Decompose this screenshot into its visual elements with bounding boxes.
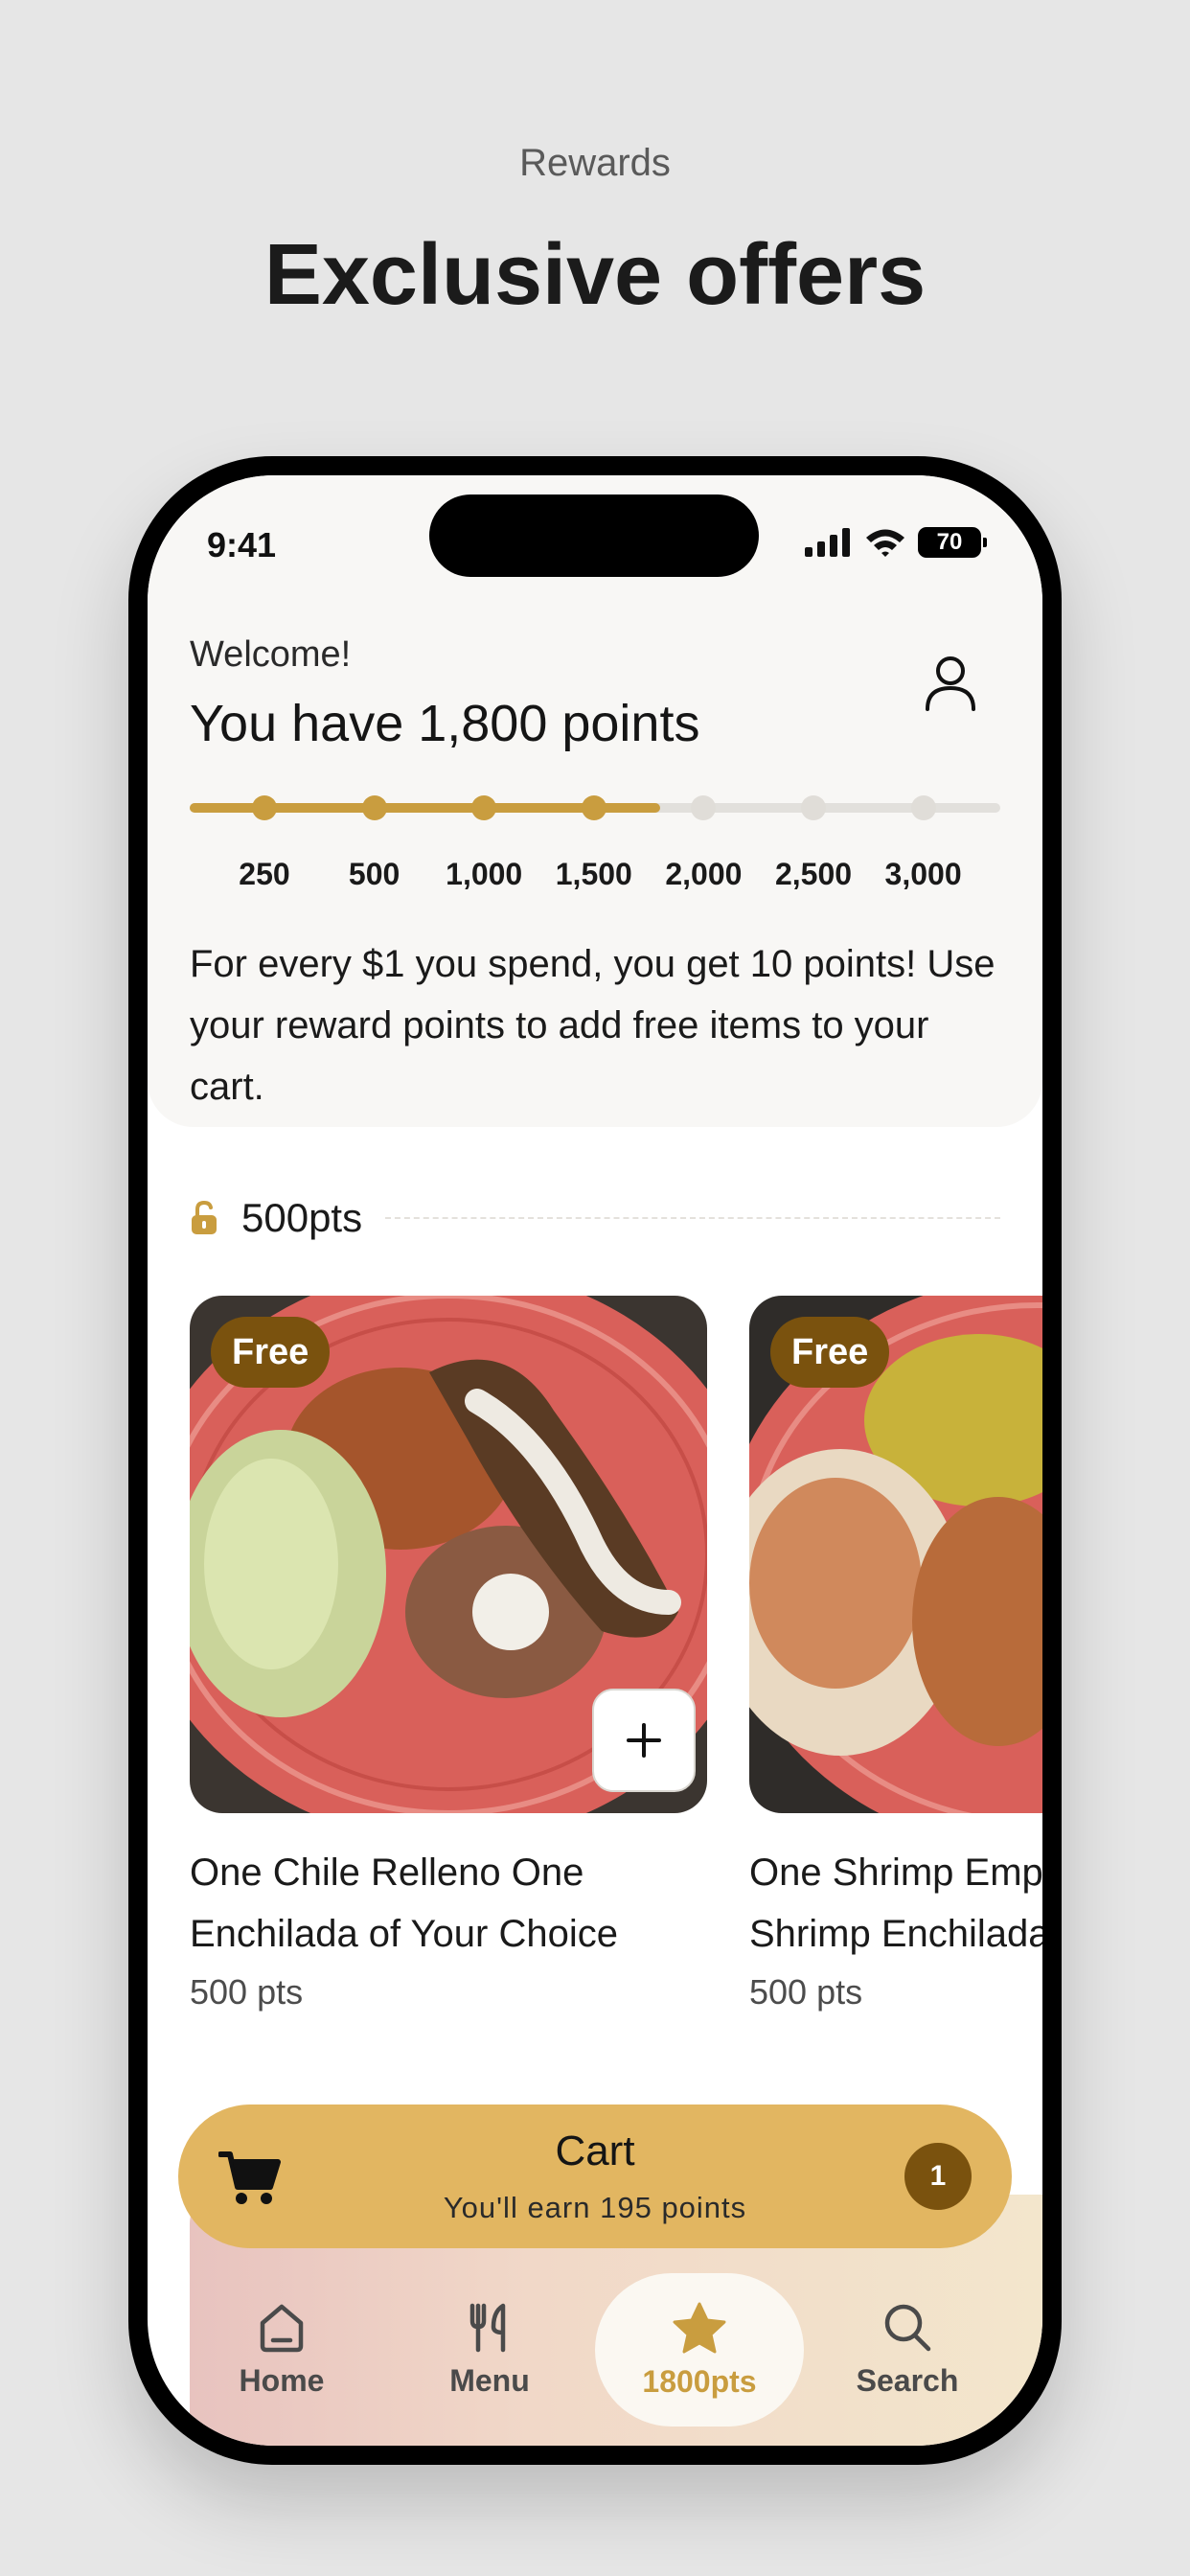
item-name-line: One Shrimp Empanada One <box>749 1852 1042 1894</box>
dynamic-island <box>429 494 759 577</box>
points-balance: You have 1,800 points <box>190 695 700 752</box>
page-kicker: Rewards <box>519 142 671 184</box>
reward-card[interactable]: Free One Shrimp Empanada One Shrimp Ench… <box>749 1296 1042 2012</box>
add-to-cart-button[interactable] <box>592 1689 696 1792</box>
item-name-line: Enchilada of Your Choice <box>190 1913 618 1955</box>
cart-count-badge: 1 <box>904 2143 972 2210</box>
star-icon <box>673 2302 726 2353</box>
wifi-icon <box>866 529 904 557</box>
tier-dot <box>581 795 606 820</box>
tier-dot <box>471 795 497 820</box>
tab-rewards[interactable]: 1800pts <box>595 2273 804 2426</box>
app-screen: 9:41 70 Welcome! You have 1,800 points 2… <box>148 475 1042 2446</box>
tab-search[interactable]: Search <box>812 2273 1003 2426</box>
item-name: One Chile Relleno One Enchilada of Your … <box>190 1842 707 1965</box>
tier-dot <box>910 795 936 820</box>
battery-icon: 70 <box>918 527 987 558</box>
page-headline: Exclusive offers <box>263 227 927 323</box>
cart-bar[interactable]: Cart You'll earn 195 points 1 <box>178 2104 1012 2248</box>
item-name-line: Shrimp Enchilada <box>749 1913 1042 1955</box>
phone-frame: 9:41 70 Welcome! You have 1,800 points 2… <box>128 456 1062 2465</box>
tier-dot <box>252 795 277 820</box>
fork-knife-icon <box>469 2303 506 2352</box>
tab-label: Home <box>239 2362 325 2398</box>
item-name-line: One Chile Relleno One <box>190 1852 584 1894</box>
tier-label: 3,000 <box>884 857 962 891</box>
cart-title: Cart <box>555 2128 635 2174</box>
person-icon[interactable] <box>922 654 979 713</box>
tier-divider <box>385 1217 1000 1219</box>
promo-text: For every $1 you spend, you get 10 point… <box>190 943 995 1108</box>
tier-dot <box>801 795 826 820</box>
free-badge: Free <box>211 1317 331 1388</box>
points-header: 9:41 70 Welcome! You have 1,800 points 2… <box>148 475 1042 1127</box>
reward-tier-header: 500pts <box>190 1194 1000 1242</box>
plus-icon <box>627 1723 661 1758</box>
reward-tier-label: 500pts <box>241 1195 363 1240</box>
search-icon <box>884 2304 931 2351</box>
signal-icon <box>805 528 850 557</box>
tab-menu[interactable]: Menu <box>394 2273 585 2426</box>
tab-label: 1800pts <box>642 2363 757 2399</box>
status-time: 9:41 <box>207 525 277 564</box>
tab-label: Menu <box>449 2362 530 2398</box>
item-name: One Shrimp Empanada One Shrimp Enchilada <box>749 1842 1042 1965</box>
tab-home[interactable]: Home <box>186 2273 378 2426</box>
points-progress-track <box>190 795 1000 820</box>
reward-card[interactable]: Free One Chile Relleno One Enchilada of … <box>190 1296 707 2012</box>
item-points: 500 pts <box>749 1972 863 2012</box>
cart-earn-text: You'll earn 195 points <box>443 2191 747 2224</box>
status-icons: 70 <box>805 527 987 558</box>
food-image: Free <box>190 1296 707 1813</box>
home-icon <box>260 2304 304 2352</box>
bottom-tab-bar: Home Menu 1800pts Search <box>148 2273 1042 2446</box>
food-image: Free <box>749 1296 1042 1813</box>
tier-dot <box>361 795 387 820</box>
tier-dot <box>691 795 717 820</box>
welcome-text: Welcome! <box>190 634 352 675</box>
item-points: 500 pts <box>190 1972 304 2012</box>
free-badge: Free <box>770 1317 890 1388</box>
tab-label: Search <box>856 2362 959 2398</box>
battery-level: 70 <box>936 529 963 555</box>
unlock-icon <box>192 1200 217 1234</box>
